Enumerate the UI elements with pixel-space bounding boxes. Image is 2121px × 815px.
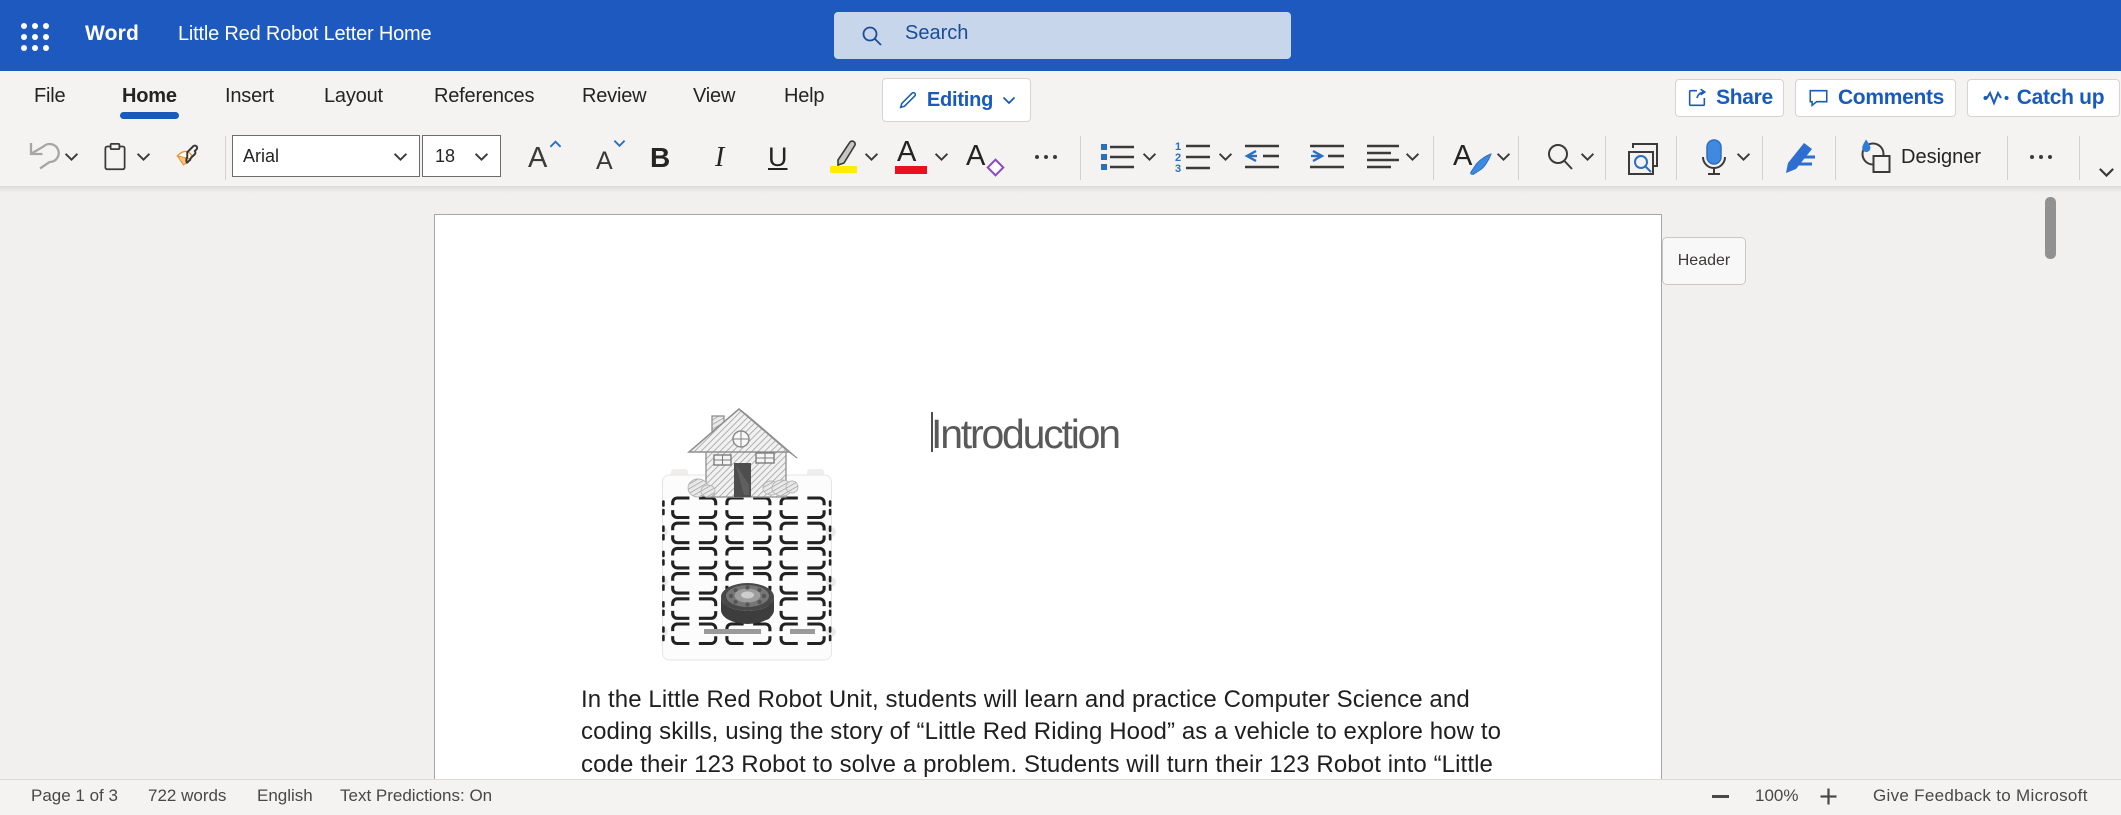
- svg-text:3: 3: [1175, 163, 1181, 175]
